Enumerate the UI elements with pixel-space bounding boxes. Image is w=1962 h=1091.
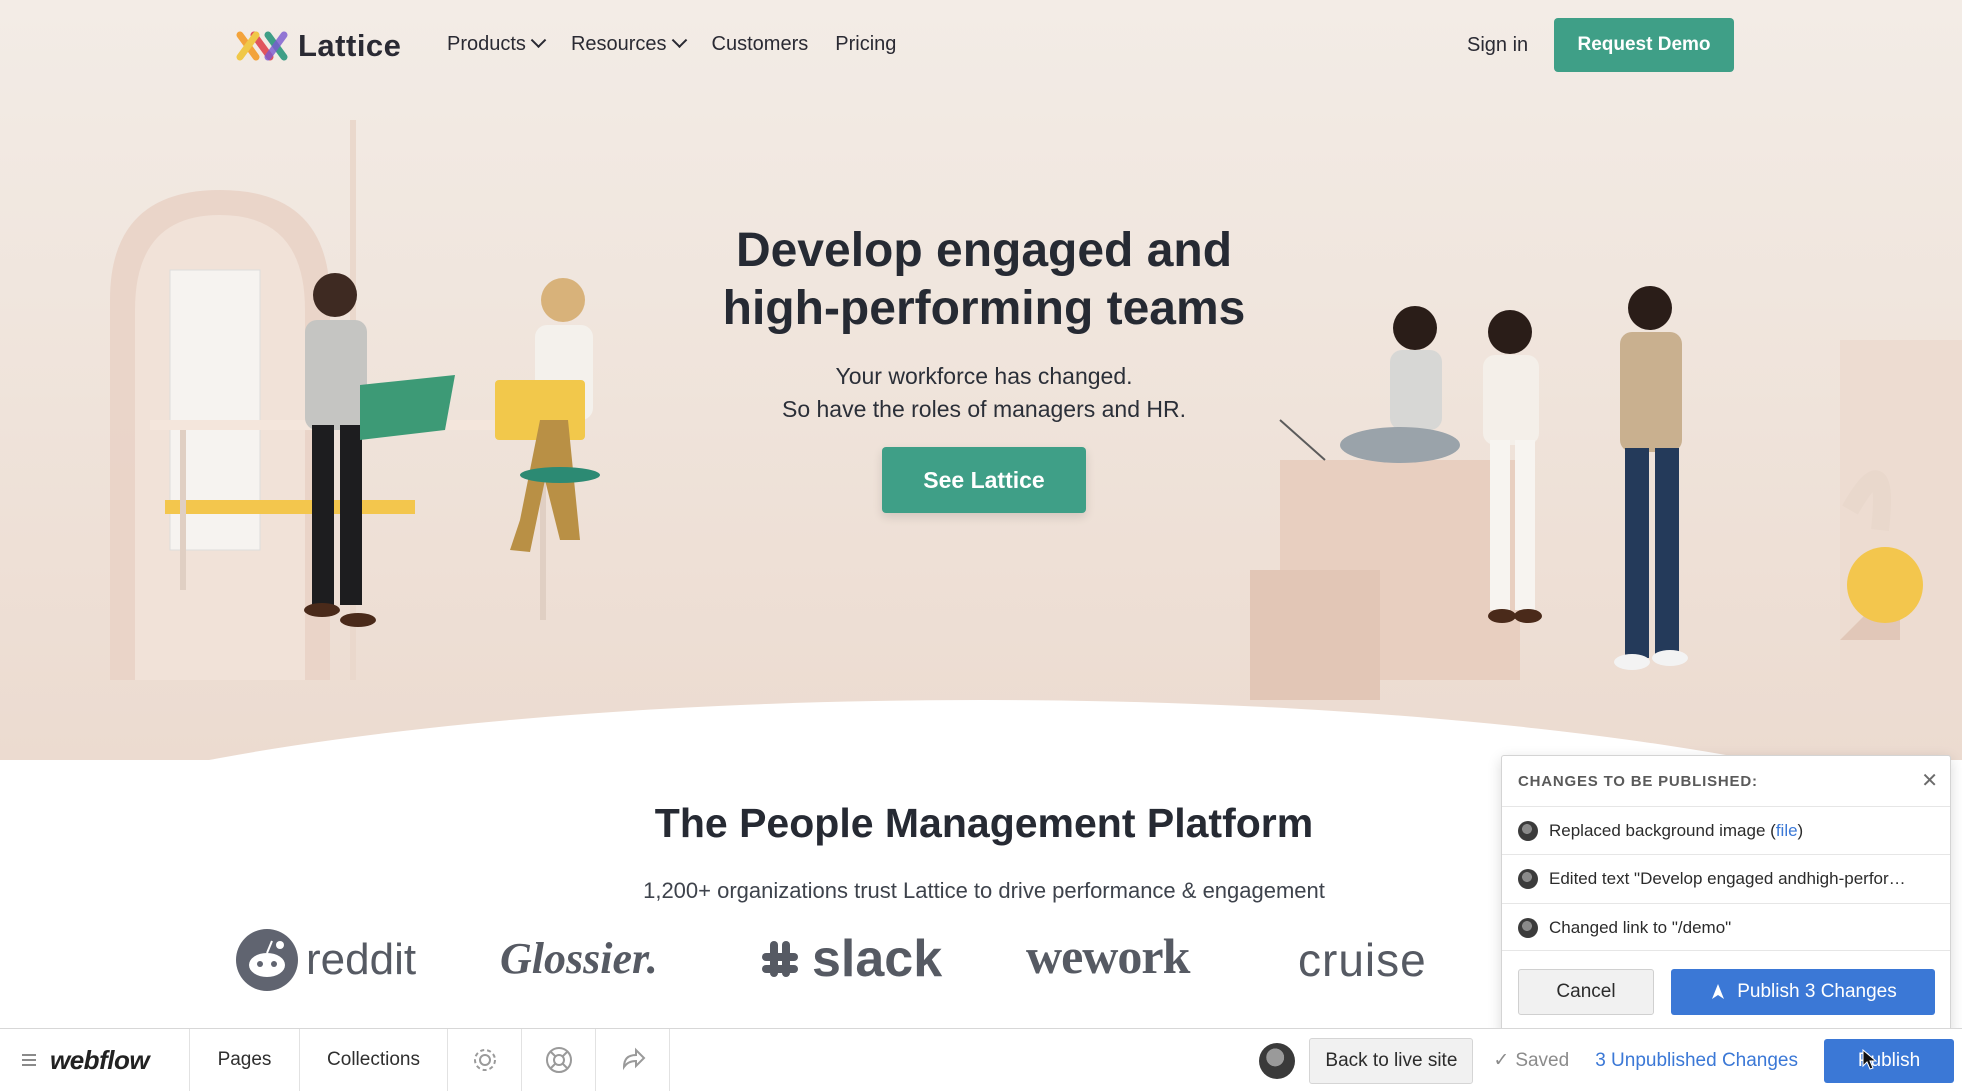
popover-actions: Cancel Publish 3 Changes <box>1502 950 1950 1032</box>
nav-pricing-label: Pricing <box>835 33 897 55</box>
cancel-button[interactable]: Cancel <box>1518 969 1654 1015</box>
change-item: Replaced background image (file) <box>1502 806 1950 854</box>
avatar <box>1518 917 1538 938</box>
webflow-right-controls: Back to live site ✓ Saved 3 Unpublished … <box>1259 1029 1962 1091</box>
gear-icon <box>473 1049 496 1071</box>
change-text: Changed link to "/demo" <box>1549 917 1732 937</box>
publish-changes-button[interactable]: Publish 3 Changes <box>1671 969 1935 1015</box>
close-icon[interactable]: ✕ <box>1921 768 1938 793</box>
publish-changes-popover: CHANGES TO BE PUBLISHED: ✕ Replaced back… <box>1501 755 1951 1033</box>
hamburger-icon <box>22 1054 36 1066</box>
customer-logos: reddit Glossier. slack wework cruise <box>236 925 1496 995</box>
help-icon <box>545 1047 572 1073</box>
hero-headline: Develop engaged and high-performing team… <box>600 222 1368 338</box>
avatar <box>1518 820 1538 841</box>
platform-subtitle: 1,200+ organizations trust Lattice to dr… <box>643 878 1325 903</box>
file-link[interactable]: file <box>1776 821 1798 840</box>
hero-bottom-curve <box>0 700 1962 760</box>
slack-icon <box>762 941 798 977</box>
settings-button[interactable] <box>448 1029 522 1091</box>
share-button[interactable] <box>596 1029 670 1091</box>
hero-section: Lattice Products Resources Customers Pri… <box>0 0 1962 760</box>
saved-label: Saved <box>1515 1049 1570 1071</box>
change-item: Changed link to "/demo" <box>1502 903 1950 951</box>
reddit-logo: reddit <box>236 929 416 991</box>
hero-illustration-right <box>1250 286 1962 700</box>
back-to-live-site-button[interactable]: Back to live site <box>1309 1037 1474 1084</box>
nav-pricing[interactable]: Pricing <box>835 33 896 56</box>
lattice-logo[interactable]: Lattice <box>236 26 401 66</box>
chevron-down-icon <box>530 32 547 49</box>
change-prefix: Replaced background image ( <box>1549 820 1776 840</box>
nav-customers-label: Customers <box>711 33 809 55</box>
glossier-logo: Glossier. <box>500 934 658 983</box>
saved-status: ✓ Saved <box>1493 1049 1569 1072</box>
webflow-editor-bar: webflow Pages Collections Back to live s… <box>0 1028 1962 1091</box>
publish-changes-label: Publish 3 Changes <box>1737 981 1897 1002</box>
change-text: Edited text "Develop engaged andhigh-per… <box>1549 869 1906 888</box>
reddit-logo-text: reddit <box>306 935 417 984</box>
brand-name: Lattice <box>298 28 402 63</box>
avatar <box>1518 869 1538 889</box>
nav-products-label: Products <box>447 33 526 55</box>
hero-subline-2: So have the roles of managers and HR. <box>781 396 1186 422</box>
hero-subline-1: Your workforce has changed. <box>835 363 1133 389</box>
slack-logo: slack <box>756 929 942 989</box>
wework-logo: wework <box>1026 928 1190 984</box>
change-item: Edited text "Develop engaged andhigh-per… <box>1502 854 1950 903</box>
request-demo-button[interactable]: Request Demo <box>1554 18 1734 72</box>
collections-button[interactable]: Collections <box>300 1029 448 1091</box>
change-suffix: ) <box>1797 820 1804 840</box>
nav-resources-label: Resources <box>570 33 667 55</box>
nav-products[interactable]: Products <box>447 32 547 56</box>
nav-customers[interactable]: Customers <box>712 33 809 56</box>
nav-resources[interactable]: Resources <box>570 32 687 56</box>
popover-title: CHANGES TO BE PUBLISHED: <box>1518 773 1758 790</box>
change-text: Replaced background image (file) <box>1549 821 1919 841</box>
see-lattice-button[interactable]: See Lattice <box>882 447 1086 513</box>
site-nav: Lattice Products Resources Customers Pri… <box>0 0 1962 92</box>
share-icon <box>622 1047 645 1071</box>
nav-links: Products Resources Customers Pricing <box>447 32 923 56</box>
webflow-logo: webflow <box>50 1044 150 1075</box>
help-button[interactable] <box>522 1029 596 1091</box>
publish-button[interactable]: Publish <box>1824 1038 1954 1083</box>
mouse-cursor-icon <box>1862 1048 1878 1070</box>
pages-button[interactable]: Pages <box>190 1029 300 1091</box>
reddit-icon <box>236 929 298 991</box>
chevron-down-icon <box>671 32 687 49</box>
hero-headline-line2: high-performing teams <box>722 282 1246 335</box>
avatar[interactable] <box>1259 1042 1296 1079</box>
platform-title: The People Management Platform <box>654 800 1314 846</box>
hero-headline-line1: Develop engaged and <box>735 224 1233 277</box>
cruise-logo: cruise <box>1298 934 1427 986</box>
unpublished-changes-link[interactable]: 3 Unpublished Changes <box>1595 1050 1798 1072</box>
check-icon: ✓ <box>1493 1050 1510 1071</box>
webflow-menu[interactable]: webflow <box>0 1029 190 1091</box>
rocket-icon <box>1712 984 1725 999</box>
slack-logo-text: slack <box>812 930 943 988</box>
lattice-logo-icon <box>236 31 288 61</box>
sign-in-link[interactable]: Sign in <box>1467 34 1528 57</box>
hero-subheadline: Your workforce has changed. So have the … <box>600 360 1368 426</box>
